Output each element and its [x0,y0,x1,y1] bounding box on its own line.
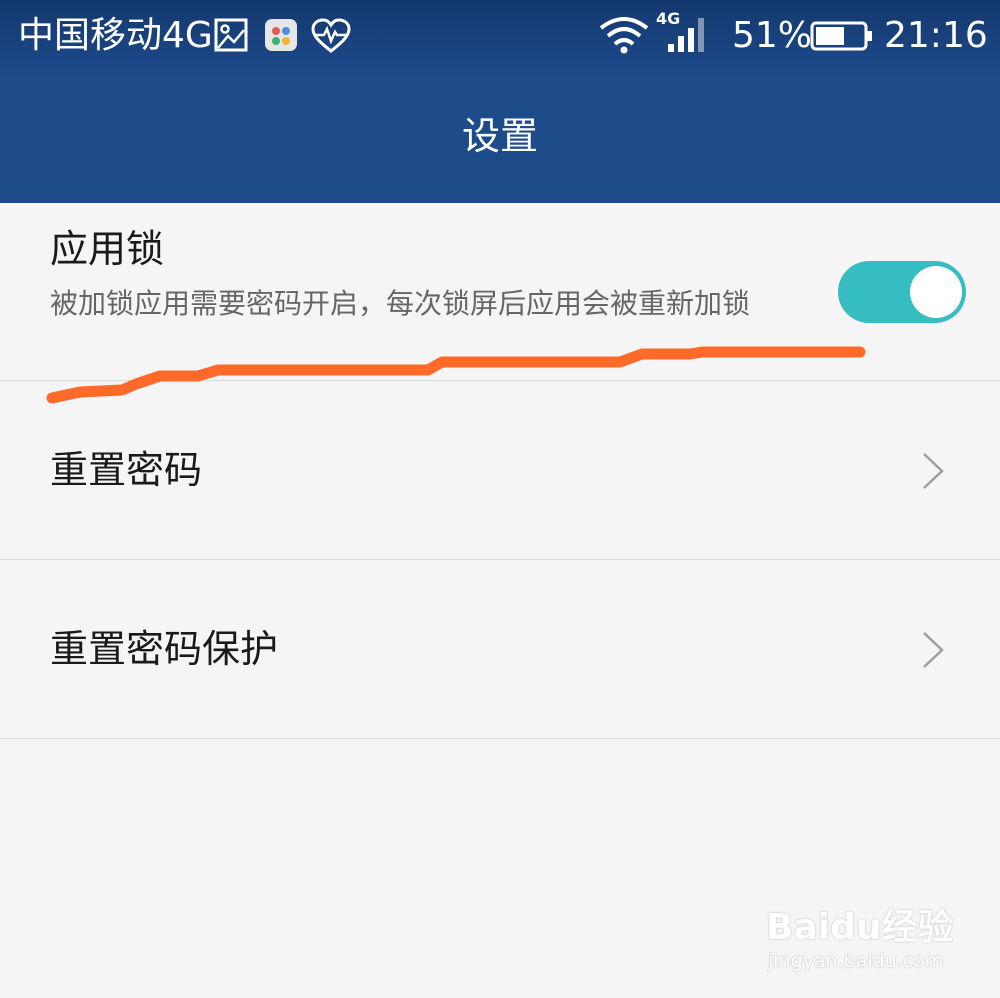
heart-monitor-icon [311,18,351,53]
watermark-url: jingyan.baidu.com [768,950,944,972]
title-bar: 设置 [0,74,1000,203]
app-lock-title: 应用锁 [50,227,165,271]
signal-icon [668,18,704,52]
wifi-icon [599,17,649,54]
photo-icon [214,18,248,52]
watermark-logo: Baidu经验 [766,907,954,948]
chevron-right-icon [923,453,944,489]
status-bar: 中国移动4G 4G 51% 21:16 [0,0,1000,74]
reset-password-protection-item[interactable]: 重置密码保护 [0,560,1000,739]
reset-password-label: 重置密码 [50,448,203,492]
app-lock-toggle[interactable] [838,261,966,323]
reset-password-protection-label: 重置密码保护 [50,627,279,671]
chevron-right-icon [923,632,944,668]
app-lock-description: 被加锁应用需要密码开启，每次锁屏后应用会被重新加锁 [50,287,751,320]
app-icon [265,19,297,51]
battery-percent: 51% [732,15,813,56]
battery-icon [810,21,872,51]
settings-list: 应用锁 被加锁应用需要密码开启，每次锁屏后应用会被重新加锁 重置密码 重置密码保… [0,203,1000,739]
toggle-knob [910,266,962,318]
clock: 21:16 [884,15,988,56]
baidu-watermark: Baidu经验 jingyan.baidu.com [766,888,956,978]
carrier-label: 中国移动4G [18,15,213,56]
reset-password-item[interactable]: 重置密码 [0,381,1000,560]
app-lock-setting[interactable]: 应用锁 被加锁应用需要密码开启，每次锁屏后应用会被重新加锁 [0,203,1000,381]
page-title: 设置 [461,114,538,158]
